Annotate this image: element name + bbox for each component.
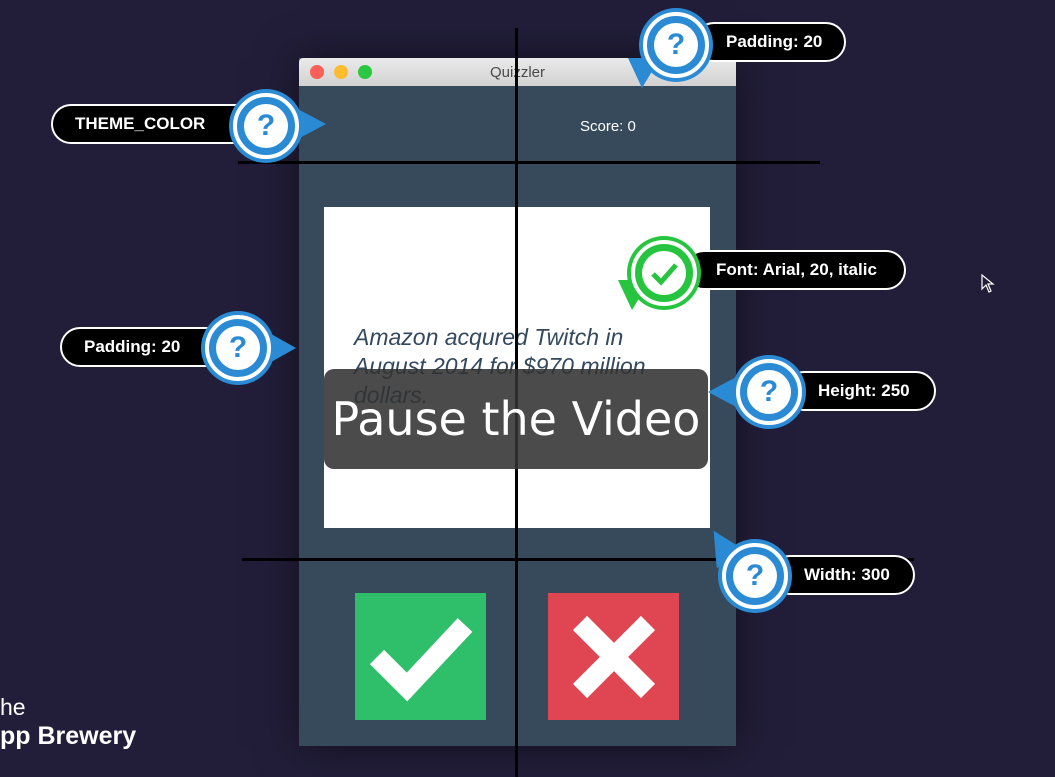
- branding-line-1: he: [0, 694, 26, 720]
- question-icon: ?: [244, 104, 288, 148]
- padding-left-label: Padding: 20: [84, 337, 181, 356]
- question-icon: ?: [216, 326, 260, 370]
- check-icon: [369, 618, 473, 702]
- question-badge: ?: [722, 543, 788, 609]
- font-label: Font: Arial, 20, italic: [716, 260, 877, 279]
- question-icon: ?: [733, 554, 777, 598]
- top-guide-line: [238, 161, 820, 164]
- pause-video-overlay: Pause the Video: [324, 369, 708, 469]
- font-annotation: Font: Arial, 20, italic: [684, 250, 906, 290]
- width-label: Width: 300: [804, 565, 890, 584]
- check-badge: [631, 240, 697, 306]
- check-icon: [651, 263, 678, 286]
- question-icon: ?: [654, 23, 698, 67]
- x-icon: [572, 615, 656, 699]
- mouse-cursor-icon: [981, 274, 995, 293]
- padding-top-label: Padding: 20: [726, 32, 823, 51]
- question-badge: ?: [643, 12, 709, 78]
- height-annotation: Height: 250: [784, 371, 936, 411]
- question-badge: ?: [736, 359, 802, 425]
- false-button[interactable]: [548, 593, 679, 720]
- question-badge: ?: [205, 315, 271, 381]
- width-annotation: Width: 300: [770, 555, 915, 595]
- check-badge-icon: [642, 251, 686, 295]
- height-label: Height: 250: [818, 381, 910, 400]
- branding-line-2: pp Brewery: [0, 722, 137, 750]
- question-badge: ?: [233, 93, 299, 159]
- question-icon: ?: [747, 370, 791, 414]
- theme-color-annotation: THEME_COLOR: [51, 104, 261, 144]
- padding-top-annotation: Padding: 20: [694, 22, 846, 62]
- score-label: Score: 0: [580, 118, 636, 135]
- true-button[interactable]: [355, 593, 486, 720]
- theme-color-label: THEME_COLOR: [75, 114, 206, 133]
